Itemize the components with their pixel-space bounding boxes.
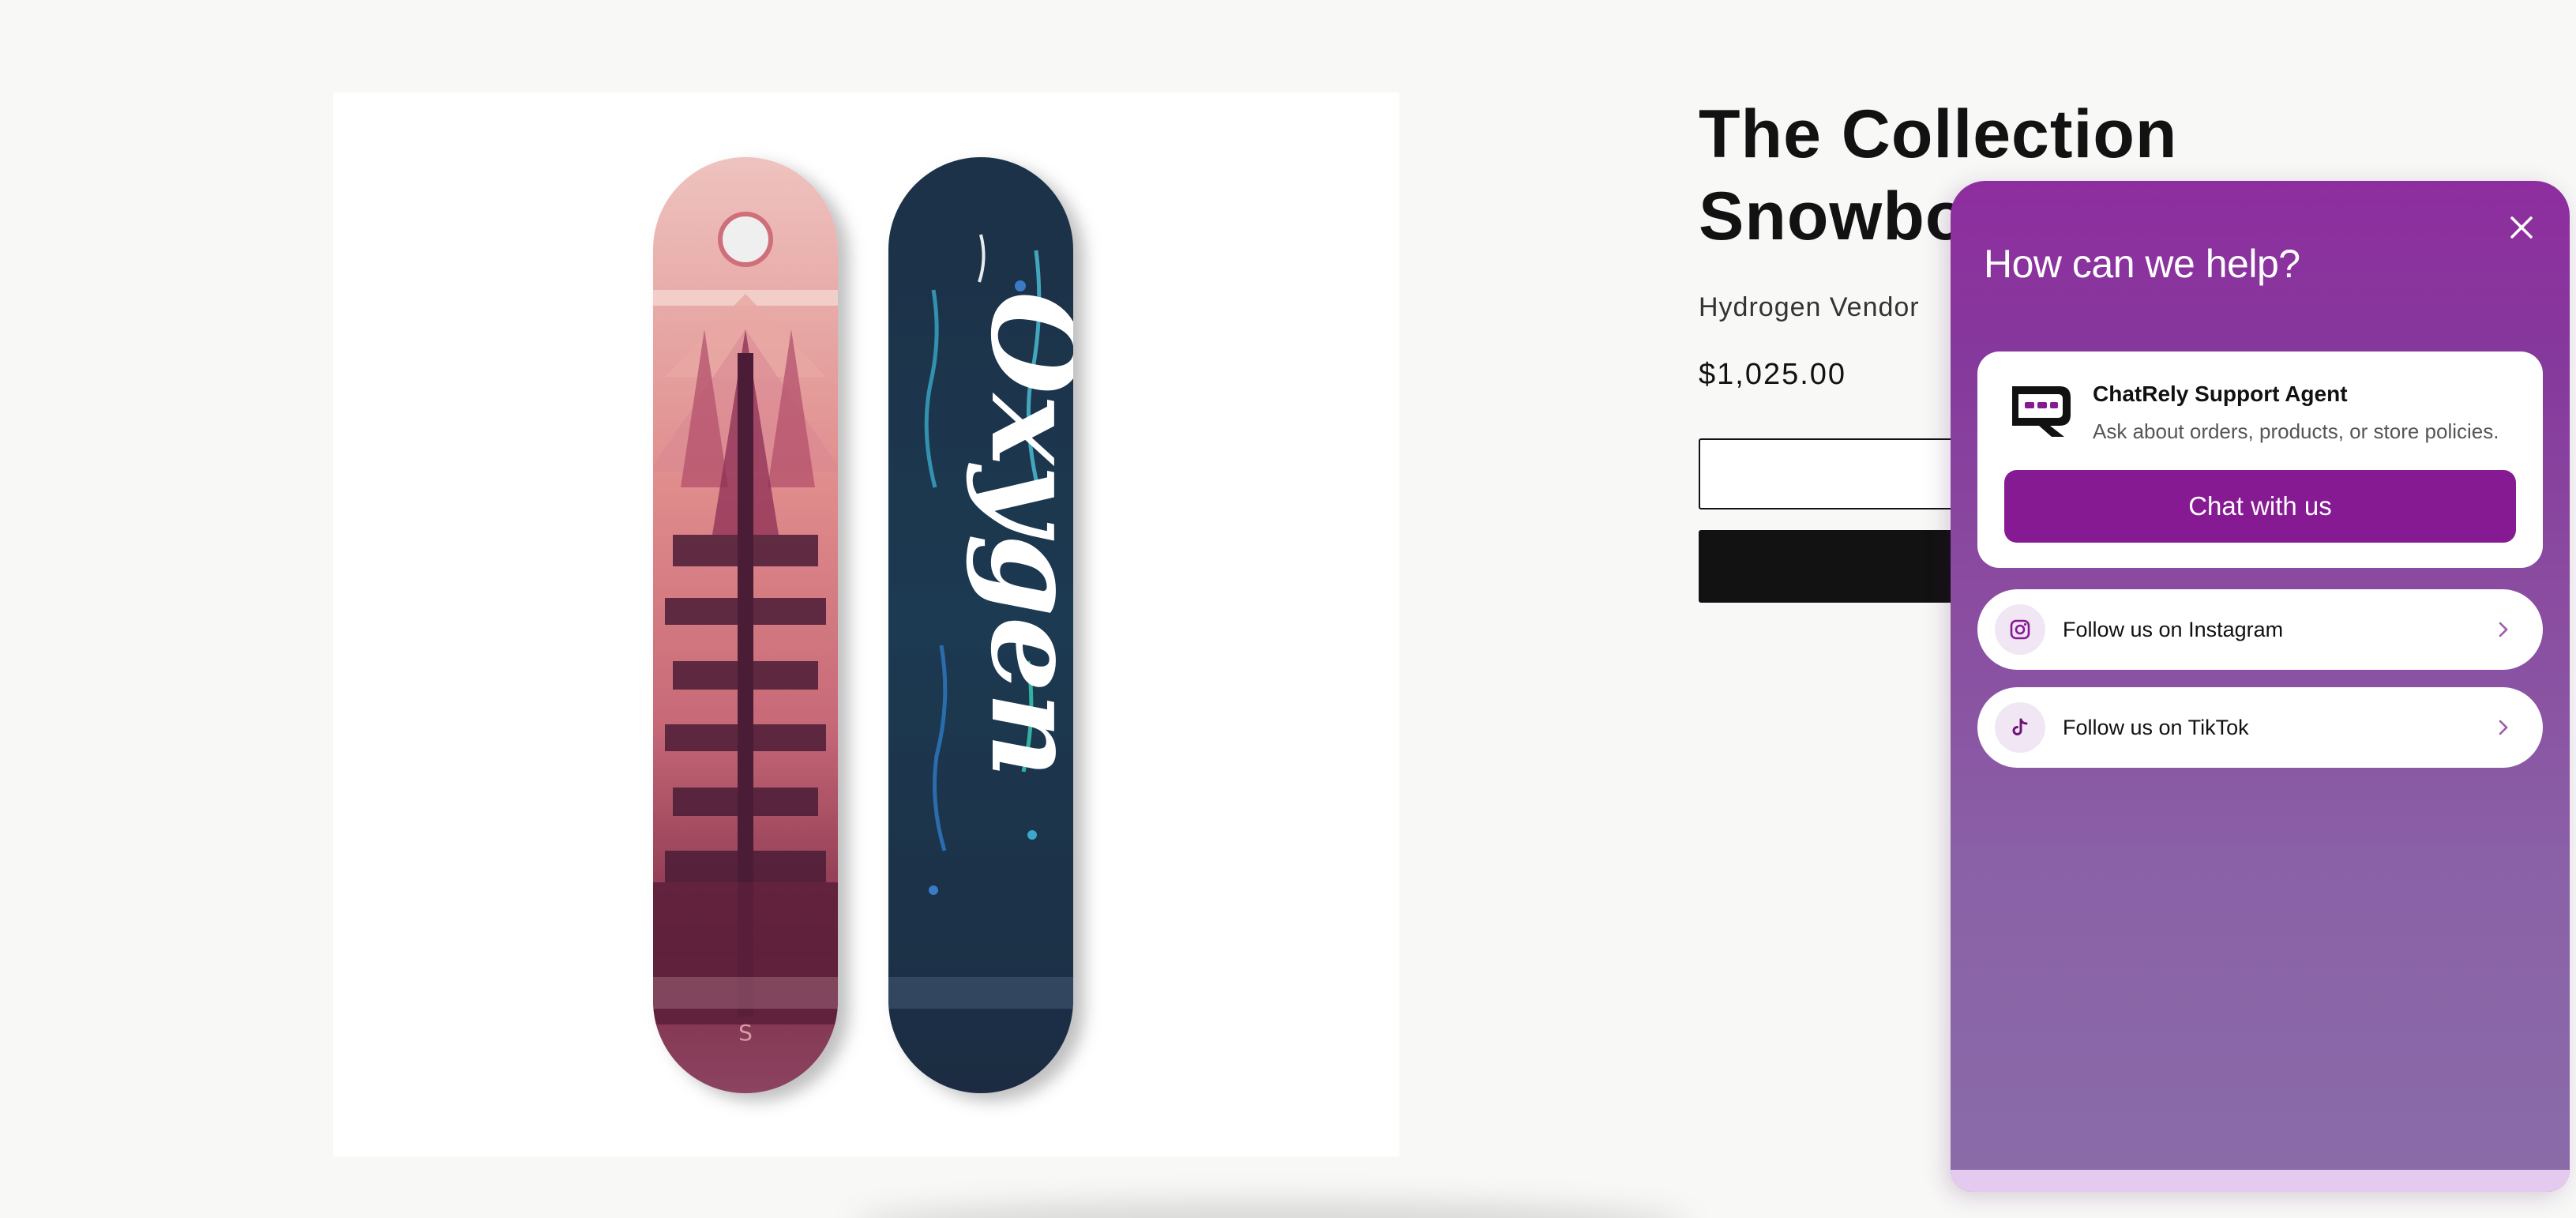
product-page: S Oxygen The Collection Snowbo Hydrogen … — [0, 0, 2576, 1218]
instagram-label: Follow us on Instagram — [2063, 617, 2284, 641]
product-title-line-1: The Collection — [1699, 96, 2178, 172]
svg-text:S: S — [738, 1020, 753, 1046]
follow-instagram-link[interactable]: Follow us on Instagram — [1977, 589, 2543, 670]
drawer-shadow — [853, 1201, 1690, 1218]
tiktok-icon — [1995, 702, 2045, 753]
widget-footer-bar — [1951, 1170, 2570, 1192]
agent-name: ChatRely Support Agent — [2093, 382, 2348, 406]
instagram-icon — [1995, 604, 2045, 655]
close-button[interactable] — [2503, 209, 2540, 246]
chevron-right-icon — [2488, 614, 2519, 645]
help-heading: How can we help? — [1984, 242, 2300, 286]
chatrely-logo-icon — [2012, 386, 2071, 437]
tiktok-label: Follow us on TikTok — [2063, 715, 2249, 739]
board-brand-text: Oxygen — [964, 291, 1103, 779]
support-agent-card: ChatRely Support Agent Ask about orders,… — [1977, 351, 2543, 568]
product-image[interactable]: S Oxygen — [333, 92, 1399, 1156]
close-icon — [2510, 216, 2533, 239]
help-widget: How can we help? ChatRely Support Agent … — [1951, 181, 2570, 1192]
chat-with-us-button[interactable]: Chat with us — [2004, 470, 2516, 543]
follow-tiktok-link[interactable]: Follow us on TikTok — [1977, 687, 2543, 768]
snowboard-illustration: S Oxygen — [653, 157, 1103, 1093]
agent-description: Ask about orders, products, or store pol… — [2093, 419, 2499, 443]
product-title-line-2: Snowbo — [1699, 179, 1968, 254]
chevron-right-icon — [2488, 712, 2519, 743]
